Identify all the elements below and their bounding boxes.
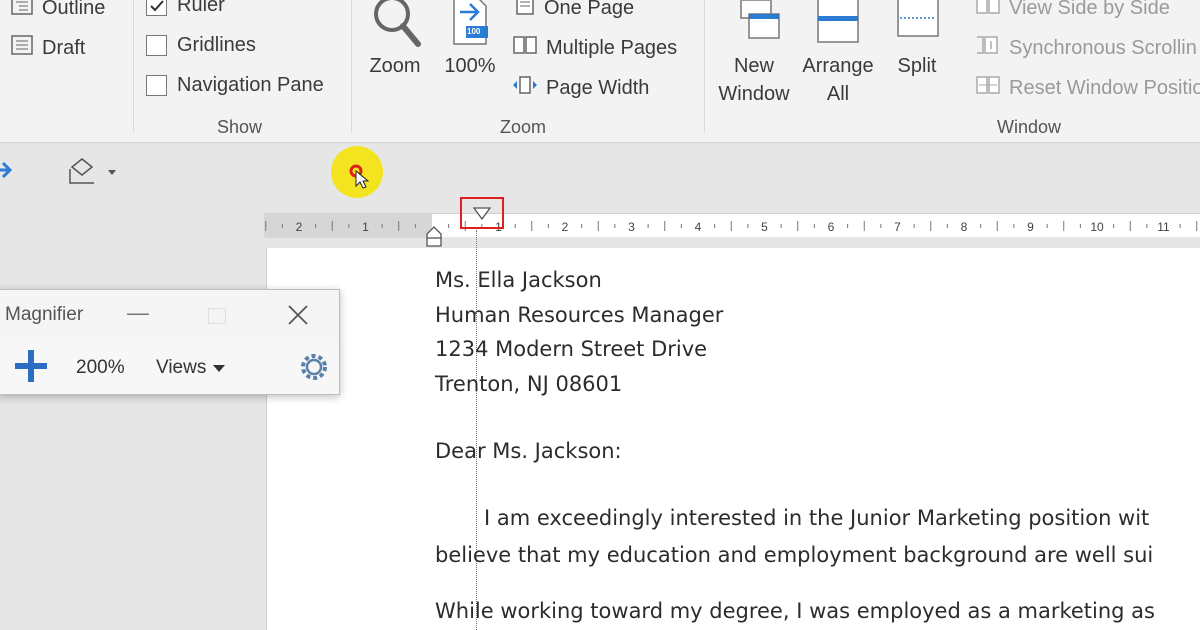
- one-page-icon: [514, 0, 536, 22]
- synchronous-scrolling-label: Synchronous Scrollin: [1009, 36, 1197, 59]
- split-button[interactable]: Split: [886, 0, 948, 80]
- new-window-button[interactable]: New Window: [712, 0, 796, 108]
- ruler-number: 11: [1157, 220, 1170, 234]
- reset-window-position-button[interactable]: Reset Window Positio: [975, 74, 1200, 102]
- page-width-icon: [512, 74, 538, 102]
- multiple-pages-label: Multiple Pages: [546, 36, 678, 59]
- paragraph-1-line-2[interactable]: believe that my education and employment…: [435, 543, 1153, 567]
- quick-access-toolbar: [0, 143, 1200, 213]
- outline-button[interactable]: Outline: [10, 0, 105, 22]
- multiple-pages-button[interactable]: Multiple Pages: [512, 34, 677, 62]
- magnifier-toolbar: 200% Views: [0, 342, 339, 394]
- redo-arrow-icon[interactable]: [0, 157, 18, 188]
- multiple-pages-icon: [512, 34, 538, 62]
- magnifying-glass-icon: [364, 0, 426, 52]
- split-window-icon: [886, 0, 948, 52]
- new-window-label-line2: Window: [718, 83, 790, 105]
- view-side-by-side-label: View Side by Side: [1009, 0, 1170, 19]
- highlight-box: [460, 197, 504, 229]
- new-window-label-line1: New: [733, 55, 774, 77]
- recipient-name[interactable]: Ms. Ella Jackson: [435, 268, 602, 292]
- gridlines-label: Gridlines: [177, 34, 256, 56]
- paragraph-1-line-1[interactable]: I am exceedingly interested in the Junio…: [484, 506, 1149, 530]
- group-separator: [704, 0, 705, 132]
- ruler-number: 2: [296, 220, 303, 234]
- draft-label: Draft: [42, 36, 86, 59]
- magnifier-title: Magnifier: [5, 304, 84, 325]
- paragraph-2-line-1[interactable]: While working toward my degree, I was em…: [435, 599, 1155, 623]
- zoom-group-label: Zoom: [500, 117, 547, 137]
- views-label: Views: [156, 357, 207, 378]
- arrange-all-button[interactable]: Arrange All: [798, 0, 878, 108]
- zoom-in-plus-icon[interactable]: [13, 348, 49, 389]
- hundred-percent-label: 100%: [444, 55, 496, 77]
- document-page[interactable]: [266, 248, 1200, 630]
- synchronous-scrolling-button[interactable]: Synchronous Scrollin: [975, 34, 1197, 62]
- window-group-label: Window: [997, 117, 1062, 137]
- checkbox-unchecked[interactable]: [146, 35, 167, 56]
- minimize-icon[interactable]: —: [127, 300, 149, 326]
- ruler-number: 10: [1090, 220, 1104, 234]
- navigation-pane-label: Navigation Pane: [177, 74, 324, 96]
- zoom-button[interactable]: Zoom: [364, 0, 426, 80]
- draft-icon: [10, 34, 34, 62]
- reset-window-position-label: Reset Window Positio: [1009, 76, 1200, 99]
- side-by-side-icon: [975, 0, 1001, 22]
- gear-icon[interactable]: [299, 352, 329, 387]
- zoom-label: Zoom: [369, 55, 421, 77]
- ruler-number: 8: [961, 220, 968, 234]
- hundred-percent-button[interactable]: 100 100%: [442, 0, 498, 80]
- arrange-all-label-line1: Arrange: [802, 55, 874, 77]
- caret-down-icon: [213, 357, 226, 379]
- ruler-number: 4: [695, 220, 702, 234]
- outline-label: Outline: [42, 0, 106, 19]
- ruler-ticks: 2 1 1 2 3 4 5 6 7 8 9 10 11: [265, 220, 1198, 234]
- view-side-by-side-button[interactable]: View Side by Side: [975, 0, 1170, 22]
- arrange-all-icon: [798, 0, 878, 52]
- reset-window-position-icon: [975, 74, 1001, 102]
- shape-dropdown-icon[interactable]: [68, 157, 124, 192]
- checkbox-checked[interactable]: [146, 0, 167, 16]
- ruler-number: 2: [562, 220, 569, 234]
- ruler-checkbox[interactable]: Ruler: [146, 0, 225, 17]
- ruler-number: 3: [628, 220, 635, 234]
- horizontal-ruler[interactable]: 2 1 1 2 3 4 5 6 7 8 9 10 11: [264, 213, 1200, 238]
- close-icon[interactable]: [287, 304, 309, 331]
- cursor-highlight: [331, 146, 383, 198]
- page-width-button[interactable]: Page Width: [512, 74, 649, 102]
- recipient-city[interactable]: Trenton, NJ 08601: [435, 372, 622, 396]
- gridlines-checkbox[interactable]: Gridlines: [146, 34, 256, 57]
- ruler-label: Ruler: [177, 0, 225, 16]
- ruler-number: 9: [1027, 220, 1034, 234]
- group-separator: [133, 0, 134, 132]
- draft-button[interactable]: Draft: [10, 34, 85, 62]
- hundred-icon-text: 100: [467, 27, 481, 36]
- page-zoom-100-icon: 100: [442, 0, 498, 52]
- one-page-button[interactable]: One Page: [514, 0, 634, 22]
- magnifier-zoom-level: 200%: [76, 357, 125, 378]
- ruler-number: 6: [828, 220, 835, 234]
- magnifier-window[interactable]: Magnifier — 200% Views: [0, 289, 340, 395]
- group-separator: [351, 0, 352, 132]
- views-dropdown[interactable]: Views: [156, 357, 226, 379]
- recipient-street[interactable]: 1234 Modern Street Drive: [435, 337, 707, 361]
- checkbox-unchecked[interactable]: [146, 75, 167, 96]
- recipient-title[interactable]: Human Resources Manager: [435, 303, 723, 327]
- one-page-label: One Page: [544, 0, 635, 19]
- outline-icon: [10, 0, 34, 22]
- navigation-pane-checkbox[interactable]: Navigation Pane: [146, 74, 324, 97]
- split-label: Split: [897, 55, 937, 77]
- ruler-number: 7: [894, 220, 901, 234]
- salutation[interactable]: Dear Ms. Jackson:: [435, 439, 622, 463]
- ruler-number: 5: [761, 220, 768, 234]
- page-width-label: Page Width: [546, 76, 650, 99]
- show-group-label: Show: [217, 117, 263, 137]
- maximize-icon[interactable]: [208, 308, 226, 324]
- new-window-icon: [712, 0, 796, 52]
- arrange-all-label-line2: All: [826, 83, 850, 105]
- synchronous-scrolling-icon: [975, 34, 1001, 62]
- ribbon: Outline Draft Ruler Gridlines Navigation…: [0, 0, 1200, 143]
- mouse-pointer-icon: [349, 164, 370, 189]
- ruler-number: 1: [362, 220, 369, 234]
